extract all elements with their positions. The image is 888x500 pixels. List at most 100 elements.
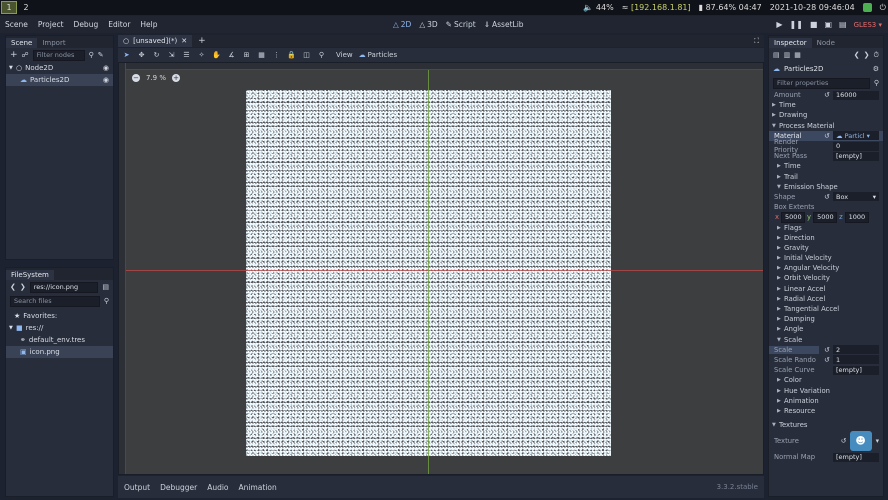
material-resource[interactable]: ☁ Particl ▾: [833, 131, 879, 141]
filter-nodes-input[interactable]: Filter nodes: [32, 49, 85, 61]
tab-import[interactable]: Import: [37, 38, 70, 48]
grid-snap-icon[interactable]: ▦: [257, 51, 266, 60]
mode-assetlib-button[interactable]: ⇓ AssetLib: [484, 20, 524, 29]
section-hue-variation[interactable]: ▶ Hue Variation: [769, 385, 883, 395]
history-forward-icon[interactable]: ❯: [864, 51, 870, 59]
zoom-out-button[interactable]: −: [132, 74, 140, 82]
link-icon[interactable]: ☍: [22, 51, 29, 59]
revert-icon[interactable]: ↺: [824, 91, 830, 99]
file-default-env[interactable]: ⚭ default_env.tres: [6, 334, 113, 346]
tree-node-particles2d[interactable]: ☁ Particles2D ◉: [6, 74, 113, 86]
audio-tab[interactable]: Audio: [207, 483, 228, 492]
ruler-vertical[interactable]: [119, 63, 126, 474]
section-linear-accel[interactable]: ▶ Linear Accel: [769, 284, 883, 294]
scale-random-input[interactable]: 1: [833, 355, 879, 365]
section-angular-velocity[interactable]: ▶ Angular Velocity: [769, 263, 883, 273]
visibility-eye-icon[interactable]: ◉: [103, 76, 109, 84]
save-resource-icon[interactable]: ▦: [794, 51, 801, 59]
search-icon[interactable]: ⚲: [104, 297, 109, 305]
tray-icon[interactable]: [862, 3, 872, 12]
debugger-tab[interactable]: Debugger: [160, 483, 197, 492]
scene-tab-unsaved[interactable]: ○ [unsaved](*) ✕: [118, 35, 193, 47]
menu-scene[interactable]: Scene: [0, 20, 33, 29]
section-damping[interactable]: ▶ Damping: [769, 314, 883, 324]
section-orbit-velocity[interactable]: ▶ Orbit Velocity: [769, 273, 883, 283]
revert-icon[interactable]: ↺: [824, 346, 830, 354]
pivot-tool-icon[interactable]: ✧: [197, 51, 206, 60]
move-tool-icon[interactable]: ✥: [137, 51, 146, 60]
search-icon[interactable]: ⚲: [874, 79, 879, 87]
shape-select[interactable]: Box ▾: [833, 192, 879, 202]
renderer-select[interactable]: GLES3 ▾: [854, 21, 882, 29]
section-textures[interactable]: ▼ Textures: [769, 420, 883, 430]
section-time[interactable]: ▶ Time: [769, 100, 883, 110]
zoom-in-button[interactable]: +: [172, 74, 181, 82]
res-folder[interactable]: ▼ ■ res://: [6, 322, 113, 334]
expand-arrow-icon[interactable]: ▼: [9, 65, 16, 71]
more-options-icon[interactable]: ⋮: [272, 51, 281, 60]
list-select-icon[interactable]: ☰: [182, 51, 191, 60]
tab-inspector[interactable]: Inspector: [769, 38, 812, 48]
tree-node-node2d[interactable]: ▼ ○ Node2D ◉: [6, 62, 113, 74]
menu-debug[interactable]: Debug: [69, 20, 104, 29]
group-icon[interactable]: ◫: [302, 51, 311, 60]
bone-icon[interactable]: ⚲: [317, 51, 326, 60]
split-view-icon[interactable]: ▤: [102, 283, 109, 291]
expand-arrow-icon[interactable]: ▼: [9, 325, 16, 331]
workspace-1[interactable]: 1: [1, 1, 17, 14]
section-emission-shape[interactable]: ▼ Emission Shape: [769, 182, 883, 192]
object-properties-icon[interactable]: ⚙: [873, 65, 879, 73]
stop-icon[interactable]: ■: [810, 20, 818, 29]
section-initial-velocity[interactable]: ▶ Initial Velocity: [769, 253, 883, 263]
section-trail[interactable]: ▶ Trail: [769, 172, 883, 182]
particles-menu[interactable]: ☁ Particles: [359, 51, 398, 59]
new-resource-icon[interactable]: ▤: [773, 51, 780, 59]
tab-node[interactable]: Node: [812, 38, 840, 48]
section-scale[interactable]: ▼ Scale: [769, 335, 883, 345]
filter-properties-input[interactable]: Filter properties: [773, 77, 870, 89]
amount-input[interactable]: 16000: [833, 90, 879, 100]
rotate-tool-icon[interactable]: ↻: [152, 51, 161, 60]
section-direction[interactable]: ▶ Direction: [769, 233, 883, 243]
section-color[interactable]: ▶ Color: [769, 375, 883, 385]
section-animation[interactable]: ▶ Animation: [769, 396, 883, 406]
texture-preview[interactable]: ☻: [849, 431, 872, 452]
add-tab-icon[interactable]: +: [198, 36, 206, 46]
play-custom-icon[interactable]: ▤: [839, 20, 847, 29]
ruler-horizontal[interactable]: [119, 63, 763, 70]
render-priority-input[interactable]: 0: [833, 141, 879, 151]
load-resource-icon[interactable]: ▥: [784, 51, 791, 59]
forward-icon[interactable]: ❯: [20, 283, 26, 291]
revert-icon[interactable]: ↺: [824, 193, 830, 201]
ruler-tool-icon[interactable]: ∡: [227, 51, 236, 60]
next-pass-resource[interactable]: [empty]: [833, 151, 879, 161]
mode-script-button[interactable]: ✎ Script: [446, 20, 476, 29]
inspected-node-label[interactable]: Particles2D: [784, 65, 823, 73]
history-back-icon[interactable]: ❮: [854, 51, 860, 59]
add-node-icon[interactable]: +: [10, 50, 18, 60]
section-tangential-accel[interactable]: ▶ Tangential Accel: [769, 304, 883, 314]
revert-icon[interactable]: ↺: [841, 437, 847, 445]
tab-filesystem[interactable]: FileSystem: [6, 270, 54, 280]
visibility-eye-icon[interactable]: ◉: [103, 64, 109, 72]
scale-curve-resource[interactable]: [empty]: [833, 365, 879, 375]
canvas-viewport[interactable]: − 7.9 % +: [118, 62, 764, 475]
section-mat-time[interactable]: ▶ Time: [769, 161, 883, 171]
back-icon[interactable]: ❮: [10, 283, 16, 291]
revert-icon[interactable]: ↺: [824, 356, 830, 364]
play-icon[interactable]: ▶: [776, 20, 782, 29]
box-extents-x-input[interactable]: 5000: [781, 211, 806, 223]
smart-snap-icon[interactable]: ⊞: [242, 51, 251, 60]
menu-editor[interactable]: Editor: [103, 20, 135, 29]
chevron-down-icon[interactable]: ▾: [876, 437, 879, 445]
search-icon[interactable]: ⚲: [89, 51, 94, 59]
normal-map-resource[interactable]: [empty]: [833, 452, 879, 462]
select-tool-icon[interactable]: ➤: [122, 51, 131, 60]
search-files-input[interactable]: Search files: [10, 295, 100, 307]
revert-icon[interactable]: ↺: [824, 132, 830, 140]
section-flags[interactable]: ▶ Flags: [769, 222, 883, 232]
file-icon-png[interactable]: ▣ icon.png: [6, 346, 113, 358]
box-extents-z-input[interactable]: 1000: [844, 211, 869, 223]
section-process-material[interactable]: ▼ Process Material: [769, 121, 883, 131]
close-icon[interactable]: ✕: [181, 37, 187, 45]
